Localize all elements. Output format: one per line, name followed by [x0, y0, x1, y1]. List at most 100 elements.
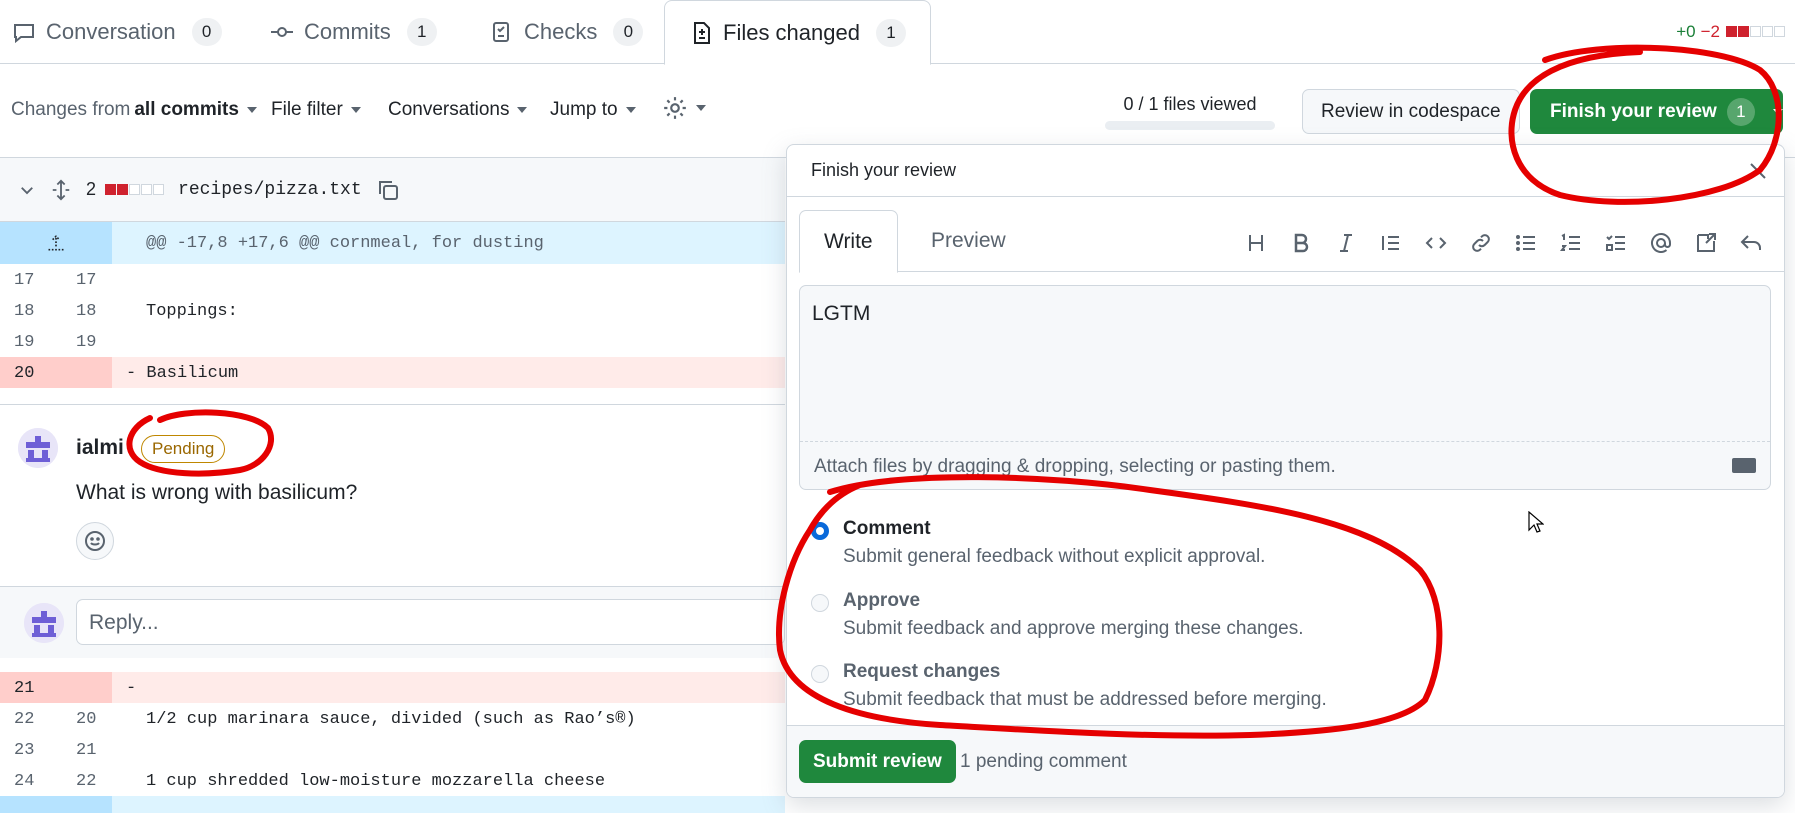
identicon-icon	[18, 428, 58, 468]
tab-files-changed[interactable]: Files changed 1	[664, 0, 931, 65]
diff-line: 23 21	[0, 734, 785, 765]
task-list-button[interactable]	[1600, 227, 1631, 258]
request-changes-radio[interactable]	[811, 665, 829, 683]
files-viewed-label: 0 / 1 files viewed	[1123, 94, 1257, 114]
heading-button[interactable]	[1240, 227, 1271, 258]
commit-icon	[271, 27, 293, 37]
old-line-number[interactable]: 17	[14, 271, 50, 290]
comment-body: What is wrong with basilicum?	[76, 481, 358, 504]
reply-icon	[1740, 234, 1761, 250]
deletions-count: −2	[1700, 22, 1720, 41]
new-line-number[interactable]: 22	[76, 772, 112, 791]
tab-label: Checks	[524, 19, 598, 44]
old-line-number[interactable]: 20	[14, 364, 50, 383]
file-diff-icon	[694, 21, 710, 44]
caret-down-icon	[1772, 108, 1783, 115]
code-button[interactable]	[1420, 227, 1451, 258]
tab-conversation[interactable]: Conversation 0	[12, 0, 222, 64]
attach-files-area[interactable]: Attach files by dragging & dropping, sel…	[800, 441, 1770, 489]
quote-button[interactable]	[1375, 227, 1406, 258]
caret-down-icon	[517, 107, 528, 113]
old-line-number[interactable]: 24	[14, 772, 50, 791]
old-line-number[interactable]: 18	[14, 302, 50, 321]
jump-to-label: Jump to	[550, 99, 618, 120]
diff-line-deleted: 21 -	[0, 672, 785, 703]
file-path[interactable]: recipes/pizza.txt	[178, 180, 362, 200]
expand-up-button[interactable]	[0, 222, 112, 264]
pending-comment-count: 1 pending comment	[960, 751, 1127, 772]
avatar[interactable]	[18, 428, 58, 468]
option-title: Approve	[843, 590, 921, 611]
caret-down-icon	[696, 105, 706, 111]
option-title: Comment	[843, 518, 931, 539]
submit-review-button[interactable]: Submit review	[799, 740, 956, 783]
close-icon[interactable]	[1746, 159, 1770, 183]
tab-commits[interactable]: Commits 1	[270, 0, 437, 64]
new-line-number[interactable]: 21	[76, 741, 112, 760]
reply-input[interactable]: Reply...	[76, 599, 785, 645]
review-body-value: LGTM	[812, 302, 871, 325]
expand-down-button[interactable]	[0, 796, 112, 813]
finish-review-button[interactable]: Finish your review 1	[1530, 89, 1783, 134]
files-viewed: 0 / 1 files viewed	[1105, 94, 1275, 130]
new-line-number[interactable]: 19	[76, 333, 112, 352]
jump-to-dropdown[interactable]: Jump to	[550, 99, 636, 121]
old-line-number[interactable]: 19	[14, 333, 50, 352]
caret-down-icon	[350, 107, 361, 113]
changes-from-label: Changes from	[11, 99, 131, 120]
tab-write[interactable]: Write	[799, 210, 898, 273]
tab-checks[interactable]: Checks 0	[490, 0, 644, 64]
tab-label: Conversation	[46, 19, 176, 44]
approve-radio[interactable]	[811, 594, 829, 612]
tab-preview[interactable]: Preview	[907, 210, 1030, 272]
ordered-list-button[interactable]	[1555, 227, 1586, 258]
diffstat-bar	[1725, 22, 1785, 42]
conversations-dropdown[interactable]: Conversations	[388, 99, 528, 121]
unordered-list-button[interactable]	[1510, 227, 1541, 258]
diff-line: 24 22 1 cup shredded low-moisture mozzar…	[0, 765, 785, 796]
link-icon	[1471, 233, 1490, 252]
additions-count: +0	[1676, 22, 1696, 41]
unordered-list-icon	[1515, 234, 1535, 251]
markdown-toolbar	[1240, 227, 1766, 258]
hunk-header: @@ -17,8 +17,6 @@ cornmeal, for dusting	[0, 222, 785, 264]
panel-footer: Submit review 1 pending comment	[787, 725, 1784, 797]
comment-author[interactable]: ialmi	[76, 436, 124, 460]
copy-icon[interactable]	[376, 178, 400, 202]
changes-from-dropdown[interactable]: Changes from all commits	[11, 99, 257, 121]
file-header: 2 recipes/pizza.txt	[0, 158, 785, 222]
review-in-codespace-button[interactable]: Review in codespace	[1302, 89, 1520, 134]
file-filter-dropdown[interactable]: File filter	[271, 99, 361, 121]
diff-line: 22 20 1/2 cup marinara sauce, divided (s…	[0, 703, 785, 734]
expand-all-icon[interactable]	[50, 179, 72, 201]
chevron-down-icon[interactable]	[18, 181, 36, 199]
new-line-number[interactable]: 18	[76, 302, 112, 321]
comment-radio[interactable]	[811, 522, 829, 540]
mention-button[interactable]	[1645, 227, 1676, 258]
tab-count: 0	[613, 18, 644, 46]
diff-settings-button[interactable]	[662, 95, 706, 121]
reference-button[interactable]	[1690, 227, 1721, 258]
old-line-number[interactable]: 23	[14, 741, 50, 760]
saved-replies-button[interactable]	[1735, 227, 1766, 258]
old-line-number[interactable]: 22	[14, 710, 50, 729]
old-line-number[interactable]: 21	[14, 679, 50, 698]
bold-button[interactable]	[1285, 227, 1316, 258]
file-diffstat-bar	[104, 179, 165, 200]
panel-title: Finish your review	[811, 160, 957, 180]
review-body-textarea[interactable]: LGTM Attach files by dragging & dropping…	[799, 285, 1771, 490]
pending-badge: Pending	[141, 435, 226, 463]
comment-icon	[14, 24, 34, 44]
finish-review-label: Finish your review	[1550, 100, 1717, 122]
new-line-number[interactable]: 20	[76, 710, 112, 729]
line-code: 1 cup shredded low-moisture mozzarella c…	[146, 772, 606, 791]
add-reaction-button[interactable]	[76, 522, 114, 560]
mention-icon	[1650, 232, 1671, 253]
review-thread: ialmi Pending What is wrong with basilic…	[0, 404, 785, 658]
italic-button[interactable]	[1330, 227, 1361, 258]
link-button[interactable]	[1465, 227, 1496, 258]
avatar	[24, 603, 64, 643]
new-line-number[interactable]: 17	[76, 271, 112, 290]
code-icon	[1425, 236, 1446, 249]
gear-icon	[664, 97, 686, 119]
